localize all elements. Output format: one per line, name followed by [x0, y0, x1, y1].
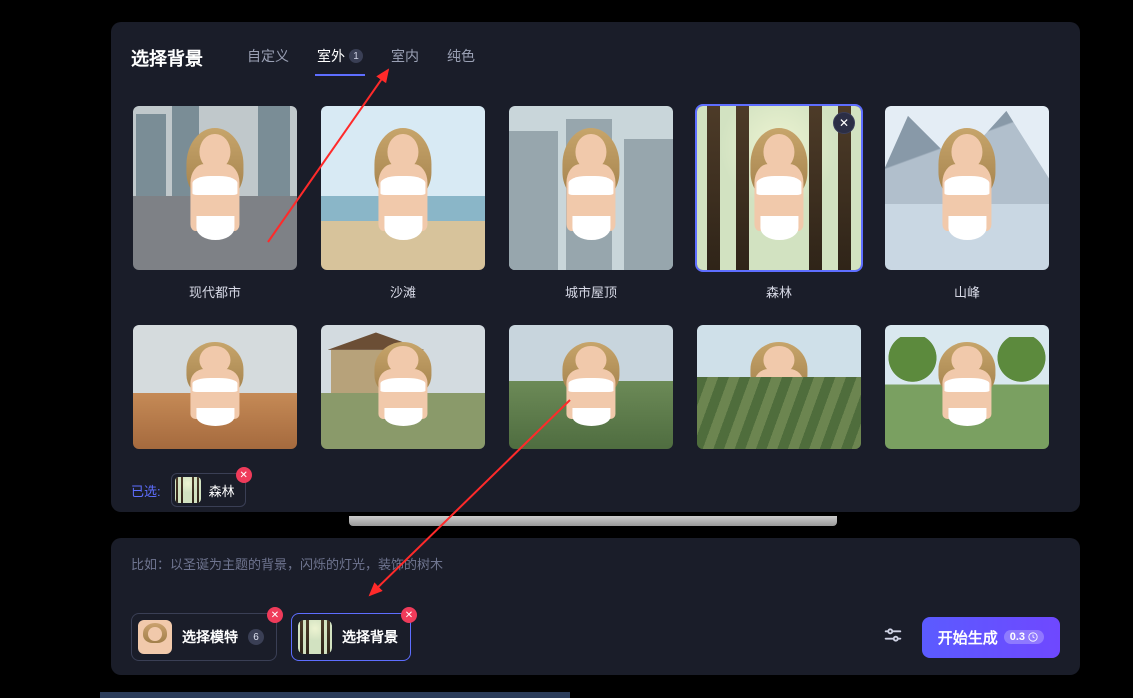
tab-solid[interactable]: 纯色 — [445, 40, 477, 76]
bg-thumb — [883, 323, 1051, 451]
bg-thumb-selected: ✕ — [695, 104, 863, 272]
bg-card-beach[interactable]: 沙滩 — [319, 104, 487, 301]
tabs: 自定义 室外 1 室内 纯色 — [245, 40, 477, 76]
picker-label: 选择背景 — [342, 627, 398, 647]
bg-card-desert[interactable] — [131, 323, 299, 451]
model-avatar-thumb — [138, 620, 172, 654]
bg-label: 沙滩 — [390, 282, 416, 301]
bg-thumb — [695, 323, 863, 451]
picker-count-badge: 6 — [248, 629, 264, 645]
remove-icon[interactable]: ✕ — [236, 467, 252, 483]
bg-label: 城市屋顶 — [565, 282, 617, 301]
generate-cost-value: 0.3 — [1010, 631, 1025, 643]
bg-card-rooftop[interactable]: 城市屋顶 — [507, 104, 675, 301]
bg-card-park[interactable] — [883, 323, 1051, 451]
bg-card-mountain[interactable]: 山峰 — [883, 104, 1051, 301]
bg-card-barn[interactable] — [319, 323, 487, 451]
bg-thumb — [319, 104, 487, 272]
bottom-row: 选择模特 6 ✕ 选择背景 ✕ 开始生成 0.3 — [131, 613, 1060, 661]
picker-background[interactable]: 选择背景 ✕ — [291, 613, 411, 661]
bg-thumb — [507, 323, 675, 451]
close-icon[interactable]: ✕ — [833, 112, 855, 134]
bg-thumb — [131, 323, 299, 451]
background-grid-wrap: 现代都市 沙滩 城市屋顶 ✕ 森林 山峰 — [131, 104, 1060, 459]
footer-bar — [100, 692, 570, 698]
remove-icon[interactable]: ✕ — [267, 607, 283, 623]
bg-label: 山峰 — [954, 282, 980, 301]
bg-thumb — [131, 104, 299, 272]
selected-chip-thumb — [175, 477, 201, 503]
generate-button[interactable]: 开始生成 0.3 — [922, 617, 1060, 658]
bg-label: 森林 — [766, 282, 792, 301]
background-thumb — [298, 620, 332, 654]
selected-chip[interactable]: 森林 ✕ — [171, 473, 246, 507]
panel-header: 选择背景 自定义 室外 1 室内 纯色 — [131, 40, 1060, 76]
picker-model[interactable]: 选择模特 6 ✕ — [131, 613, 277, 661]
generate-cost-badge: 0.3 — [1004, 630, 1044, 644]
actions: 开始生成 0.3 — [882, 617, 1060, 658]
preview-strip — [349, 516, 837, 526]
remove-icon[interactable]: ✕ — [401, 607, 417, 623]
bg-card-hill[interactable] — [507, 323, 675, 451]
bg-card-forest[interactable]: ✕ 森林 — [695, 104, 863, 301]
tab-badge: 1 — [349, 49, 363, 63]
bg-thumb — [883, 104, 1051, 272]
bottom-panel: 比如：以圣诞为主题的背景，闪烁的灯光，装饰的树木 选择模特 6 ✕ 选择背景 ✕… — [111, 538, 1080, 675]
prompt-hint: 比如：以圣诞为主题的背景，闪烁的灯光，装饰的树木 — [131, 554, 1060, 573]
tab-custom[interactable]: 自定义 — [245, 40, 291, 76]
picker-label: 选择模特 — [182, 627, 238, 647]
background-grid: 现代都市 沙滩 城市屋顶 ✕ 森林 山峰 — [131, 104, 1060, 451]
bg-thumb — [507, 104, 675, 272]
panel-title: 选择背景 — [131, 45, 203, 71]
selected-bar: 已选: 森林 ✕ — [131, 473, 1060, 507]
tab-outdoor[interactable]: 室外 1 — [315, 40, 365, 76]
bg-label: 现代都市 — [189, 282, 241, 301]
pickers: 选择模特 6 ✕ 选择背景 ✕ — [131, 613, 411, 661]
background-picker-panel: 选择背景 自定义 室外 1 室内 纯色 现代都市 沙滩 城市屋顶 — [111, 22, 1080, 512]
selected-chip-label: 森林 — [209, 481, 235, 500]
bg-card-vineyard[interactable] — [695, 323, 863, 451]
settings-icon[interactable] — [882, 624, 904, 651]
bg-thumb — [319, 323, 487, 451]
tab-indoor[interactable]: 室内 — [389, 40, 421, 76]
bg-card-city[interactable]: 现代都市 — [131, 104, 299, 301]
tab-label: 室外 — [317, 46, 345, 66]
tab-label: 自定义 — [247, 46, 289, 66]
generate-label: 开始生成 — [938, 627, 998, 648]
tab-label: 纯色 — [447, 46, 475, 66]
selected-label: 已选: — [131, 481, 161, 500]
tab-label: 室内 — [391, 46, 419, 66]
